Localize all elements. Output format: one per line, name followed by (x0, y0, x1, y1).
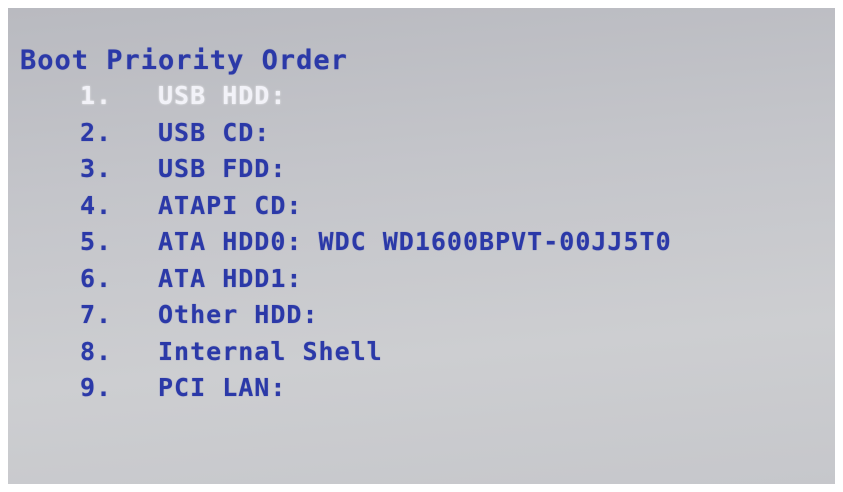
boot-item-number: 5. (80, 227, 113, 256)
boot-order-list: 1. USB HDD: 2. USB CD: 3. USB FDD: 4. ATAPI … (20, 78, 672, 407)
boot-item-label: ATA HDD1: (158, 263, 303, 293)
boot-item-atapi-cd[interactable]: 4. ATAPI CD: (20, 188, 672, 225)
boot-item-label: USB FDD: (158, 154, 287, 183)
boot-item-other-hdd[interactable]: 7. Other HDD: (20, 297, 672, 334)
boot-item-number: 4. (80, 190, 113, 220)
boot-item-number: 3. (80, 154, 113, 183)
boot-item-number: 2. (80, 117, 113, 147)
boot-item-number: 6. (80, 263, 113, 293)
boot-item-ata-hdd0[interactable]: 5. ATA HDD0: WDC WD1600BPVT-00JJ5T0 (20, 224, 672, 261)
boot-item-label: ATA HDD0: WDC WD1600BPVT-00JJ5T0 (158, 227, 672, 256)
boot-item-number: 7. (80, 300, 113, 329)
boot-priority-panel: Boot Priority Order 1. USB HDD: 2. USB CD:… (20, 44, 672, 407)
boot-item-usb-hdd[interactable]: 1. USB HDD: (20, 78, 672, 115)
boot-item-label: Other HDD: (158, 300, 319, 329)
boot-item-label: USB CD: (158, 117, 271, 147)
boot-item-usb-cd[interactable]: 2. USB CD: (20, 115, 672, 152)
page-title: Boot Priority Order (20, 45, 348, 76)
boot-item-label: PCI LAN: (158, 373, 287, 402)
boot-item-internal-shell[interactable]: 8. Internal Shell (20, 334, 672, 371)
boot-item-number: 1. (80, 81, 113, 110)
boot-item-number: 8. (80, 336, 113, 366)
boot-item-pci-lan[interactable]: 9. PCI LAN: (20, 370, 672, 407)
boot-item-label: ATAPI CD: (158, 190, 303, 220)
boot-item-label: USB HDD: (158, 81, 287, 110)
boot-item-label: Internal Shell (158, 336, 383, 366)
boot-item-number: 9. (80, 373, 113, 402)
bios-screen: Boot Priority Order 1. USB HDD: 2. USB CD:… (8, 8, 835, 484)
boot-item-usb-fdd[interactable]: 3. USB FDD: (20, 151, 672, 188)
boot-item-ata-hdd1[interactable]: 6. ATA HDD1: (20, 261, 672, 298)
